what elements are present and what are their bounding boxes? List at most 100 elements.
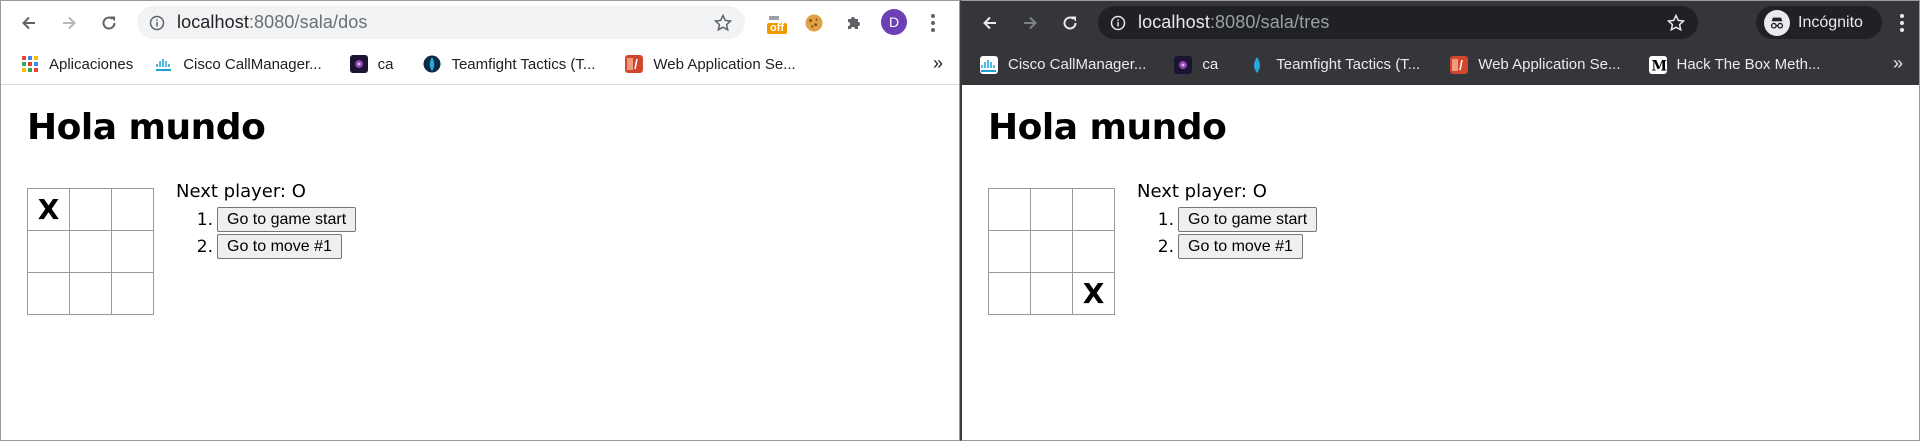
info-icon — [1110, 15, 1126, 30]
cookie-icon — [805, 14, 823, 32]
board-square[interactable] — [112, 189, 154, 231]
medium-icon: M — [1648, 55, 1667, 74]
url-text: localhost:8080/sala/tres — [1138, 12, 1330, 32]
bookmark-label: Teamfight Tactics (T... — [1276, 56, 1421, 73]
page-title: Hola mundo — [988, 107, 1227, 148]
board-square[interactable] — [28, 231, 70, 273]
bookmark-label: Hack The Box Meth... — [1676, 56, 1821, 73]
board-square[interactable] — [70, 189, 112, 231]
bookmark-label: Cisco CallManager... — [183, 55, 322, 73]
incognito-profile-button[interactable]: Incógnito — [1756, 6, 1882, 39]
back-arrow-icon — [983, 16, 996, 29]
bookmark-cisco[interactable]: Cisco CallManager... — [147, 50, 329, 78]
move-number: 2. — [196, 236, 213, 257]
move-number: 1. — [1157, 209, 1174, 230]
bookmark-label: Web Application Se... — [1478, 56, 1621, 73]
back-button[interactable] — [9, 1, 49, 44]
board-square[interactable] — [1031, 273, 1073, 315]
board-square[interactable] — [1031, 189, 1073, 231]
forward-button[interactable] — [1010, 1, 1050, 44]
browser-window-left: localhost:8080/sala/dos off D Aplicacion… — [0, 0, 960, 441]
browser-toolbar: localhost:8080/sala/dos off D — [1, 1, 959, 44]
reload-icon — [1063, 16, 1077, 29]
board-square[interactable] — [989, 273, 1031, 315]
next-player-status: Next player: O — [1137, 181, 1267, 202]
forward-arrow-icon — [63, 16, 76, 29]
go-to-move-1-button[interactable]: Go to move #1 — [1178, 234, 1303, 259]
incognito-icon — [1764, 9, 1790, 36]
bookmark-label: Aplicaciones — [49, 55, 134, 73]
bookmark-cisco[interactable]: Cisco CallManager... — [972, 51, 1154, 79]
board-square[interactable] — [28, 273, 70, 315]
bookmark-ca[interactable]: ca — [342, 50, 402, 78]
apps-grid-icon — [22, 56, 38, 72]
bookmark-label: ca — [377, 55, 394, 73]
reload-button[interactable] — [89, 1, 129, 44]
bookmark-label: Cisco CallManager... — [1008, 56, 1147, 73]
board-square[interactable] — [112, 273, 154, 315]
profile-initial: D — [888, 14, 900, 30]
board-square[interactable] — [70, 231, 112, 273]
bookmarks-bar: Cisco CallManager... ca Teamfight Tactic… — [962, 44, 1919, 85]
move-number: 1. — [196, 209, 213, 230]
next-player-status: Next player: O — [176, 181, 306, 202]
incognito-label: Incógnito — [1798, 13, 1863, 31]
move-list: 1. Go to game start 2. Go to move #1 — [1152, 206, 1318, 260]
extensions-button[interactable] — [841, 10, 867, 36]
board-square[interactable] — [112, 231, 154, 273]
more-bookmarks-chevron[interactable]: » — [933, 53, 943, 74]
bookmark-teamfight[interactable]: Teamfight Tactics (T... — [1240, 51, 1428, 79]
board-square[interactable] — [989, 231, 1031, 273]
bookmark-label: Web Application Se... — [653, 55, 796, 73]
board-square[interactable]: X — [28, 189, 70, 231]
reload-button[interactable] — [1050, 1, 1090, 44]
move-number: 2. — [1157, 236, 1174, 257]
ca-icon — [1174, 55, 1193, 74]
go-to-game-start-button[interactable]: Go to game start — [217, 207, 357, 232]
board-square[interactable]: X — [1073, 273, 1115, 315]
extension-off-button[interactable]: off — [763, 10, 789, 36]
puzzle-icon — [848, 17, 860, 29]
move-item: 2. Go to move #1 — [1152, 233, 1317, 260]
bookmark-webapp[interactable]: Web Application Se... — [617, 50, 803, 78]
browser-toolbar: localhost:8080/sala/tres Incógnito — [962, 1, 1919, 44]
bookmarks-bar: Aplicaciones Cisco CallManager... ca Tea… — [1, 44, 959, 85]
go-to-game-start-button[interactable]: Go to game start — [1178, 207, 1318, 232]
page-content: Hola mundo X Next player: O 1. Go to game… — [1, 85, 959, 440]
url-text: localhost:8080/sala/dos — [177, 12, 368, 32]
browser-window-right: localhost:8080/sala/tres Incógnito Cisco… — [960, 0, 1920, 441]
move-item: 1. Go to game start — [1152, 206, 1318, 233]
back-button[interactable] — [970, 1, 1010, 44]
info-icon — [149, 15, 165, 30]
bookmark-webapp[interactable]: Web Application Se... — [1442, 51, 1628, 79]
profile-avatar[interactable]: D — [881, 9, 907, 35]
off-badge: off — [770, 22, 785, 34]
go-to-move-1-button[interactable]: Go to move #1 — [217, 234, 342, 259]
more-bookmarks-chevron[interactable]: » — [1893, 53, 1903, 74]
address-bar[interactable]: localhost:8080/sala/tres — [1098, 6, 1698, 39]
board-square[interactable] — [1073, 231, 1115, 273]
cookie-extension-button[interactable] — [801, 10, 827, 36]
teamfight-icon — [423, 55, 441, 73]
board-square[interactable] — [1031, 231, 1073, 273]
bookmark-ca[interactable]: ca — [1166, 51, 1226, 79]
board-square[interactable] — [989, 189, 1031, 231]
bookmark-star-icon[interactable] — [713, 13, 733, 33]
bookmark-label: Teamfight Tactics (T... — [451, 55, 596, 73]
game-board: X — [27, 188, 154, 315]
board-square[interactable] — [70, 273, 112, 315]
board-square[interactable] — [1073, 189, 1115, 231]
browser-menu-button[interactable] — [921, 10, 945, 36]
bookmark-hackthebox[interactable]: M Hack The Box Meth... — [1641, 51, 1829, 79]
bookmark-star-icon[interactable] — [1666, 13, 1686, 33]
cisco-icon — [156, 59, 172, 71]
browser-menu-button[interactable] — [1890, 10, 1914, 36]
move-item: 2. Go to move #1 — [191, 233, 356, 260]
bookmark-aplicaciones[interactable]: Aplicaciones — [13, 50, 141, 78]
page-title: Hola mundo — [27, 107, 266, 148]
address-bar[interactable]: localhost:8080/sala/dos — [137, 6, 745, 39]
bookmark-teamfight[interactable]: Teamfight Tactics (T... — [415, 50, 603, 78]
kebab-icon — [931, 14, 935, 32]
bookmark-label: ca — [1202, 56, 1219, 73]
forward-button[interactable] — [49, 1, 89, 44]
